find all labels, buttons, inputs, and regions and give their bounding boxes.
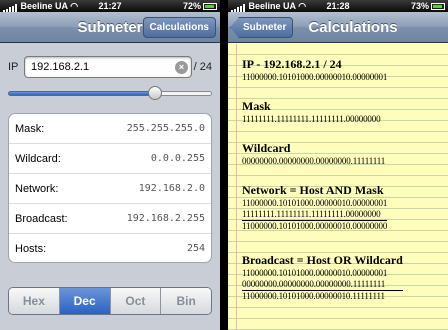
block-heading: Mask bbox=[242, 99, 271, 113]
binary-line: 11000000.10101000.00000010.00000001 bbox=[242, 198, 388, 208]
row-value: 192.168.2.0 bbox=[138, 183, 205, 194]
segment-dec[interactable]: Dec bbox=[59, 288, 111, 314]
segment-bin[interactable]: Bin bbox=[161, 288, 211, 314]
ip-label: IP bbox=[8, 61, 19, 73]
row-label: Hosts: bbox=[15, 243, 47, 255]
table-row: Hosts: 254 bbox=[9, 234, 211, 262]
battery-icon bbox=[431, 3, 445, 10]
battery-label: 73% bbox=[410, 1, 429, 11]
subneter-screen: Beeline UA ◠ 21:27 72% Subneter Calculat… bbox=[0, 0, 220, 330]
block-heading: Wildcard bbox=[242, 141, 291, 155]
slider-thumb[interactable] bbox=[148, 86, 162, 100]
mask-suffix: / 24 bbox=[193, 61, 212, 73]
block-heading: IP - 192.168.2.1 / 24 bbox=[242, 57, 342, 71]
wildcard-block: Wildcard 00000000.00000000.00000000.1111… bbox=[242, 140, 385, 167]
table-row: Network: 192.168.2.0 bbox=[9, 174, 211, 204]
status-bar: Beeline UA ◠ 21:27 72% bbox=[0, 0, 220, 12]
table-row: Wildcard: 0.0.0.255 bbox=[9, 144, 211, 174]
binary-line: 11000000.10101000.00000010.11111111 bbox=[242, 291, 385, 301]
row-value: 255.255.255.0 bbox=[126, 123, 205, 134]
clear-icon[interactable]: × bbox=[175, 61, 188, 74]
margin-line bbox=[236, 44, 237, 330]
navigation-bar: Subneter Calculations bbox=[228, 12, 448, 43]
page-title: Calculations bbox=[308, 19, 398, 36]
battery-icon bbox=[203, 3, 217, 10]
table-row: Mask: 255.255.255.0 bbox=[9, 114, 211, 144]
mask-block: Mask 11111111.11111111.11111111.00000000 bbox=[242, 98, 381, 125]
slider-fill bbox=[8, 91, 155, 96]
binary-line: 11111111.11111111.11111111.00000000 bbox=[242, 209, 388, 221]
row-value: 0.0.0.255 bbox=[150, 153, 205, 164]
ip-row: IP 192.168.2.1 × / 24 bbox=[8, 56, 212, 80]
row-value: 192.168.2.255 bbox=[126, 213, 205, 224]
status-bar: Beeline UA ◠ 21:28 73% bbox=[228, 0, 448, 12]
mask-slider[interactable] bbox=[8, 86, 212, 100]
binary-line: 11111111.11111111.11111111.00000000 bbox=[242, 114, 381, 124]
ip-input[interactable]: 192.168.2.1 × bbox=[24, 56, 192, 78]
segment-hex[interactable]: Hex bbox=[9, 288, 60, 314]
binary-line: 11000000.10101000.00000010.00000000 bbox=[242, 221, 388, 231]
row-label: Network: bbox=[15, 183, 59, 195]
battery-indicator: 72% bbox=[183, 0, 217, 12]
battery-label: 72% bbox=[182, 1, 201, 11]
segment-oct[interactable]: Oct bbox=[110, 288, 162, 314]
ip-block: IP - 192.168.2.1 / 24 11000000.10101000.… bbox=[242, 56, 387, 83]
navigation-bar: Subneter Calculations bbox=[0, 12, 220, 43]
broadcast-block: Broadcast = Host OR Wildcard 11000000.10… bbox=[242, 252, 403, 302]
table-row: Broadcast: 192.168.2.255 bbox=[9, 204, 211, 234]
binary-line: 00000000.00000000.00000000.11111111 bbox=[242, 279, 403, 291]
calculations-screen: Beeline UA ◠ 21:28 73% Subneter Calculat… bbox=[228, 0, 448, 330]
ip-value: 192.168.2.1 bbox=[31, 61, 90, 73]
row-value: 254 bbox=[186, 243, 205, 254]
binary-line: 11000000.10101000.00000010.00000001 bbox=[242, 268, 388, 278]
calculations-button[interactable]: Calculations bbox=[142, 17, 216, 38]
row-label: Mask: bbox=[15, 123, 45, 135]
slider-track bbox=[155, 91, 212, 96]
block-heading: Broadcast = Host OR Wildcard bbox=[242, 253, 403, 267]
base-segmented-control: Hex Dec Oct Bin bbox=[8, 287, 212, 315]
binary-line: 11000000.10101000.00000010.00000001 bbox=[242, 72, 388, 82]
network-block: Network = Host AND Mask 11000000.1010100… bbox=[242, 182, 387, 232]
battery-indicator: 73% bbox=[411, 0, 445, 12]
block-heading: Network = Host AND Mask bbox=[242, 183, 384, 197]
binary-line: 00000000.00000000.00000000.11111111 bbox=[242, 156, 386, 166]
row-label: Wildcard: bbox=[15, 153, 61, 165]
row-label: Broadcast: bbox=[15, 213, 68, 225]
results-table: Mask: 255.255.255.0 Wildcard: 0.0.0.255 Ne… bbox=[8, 113, 212, 263]
